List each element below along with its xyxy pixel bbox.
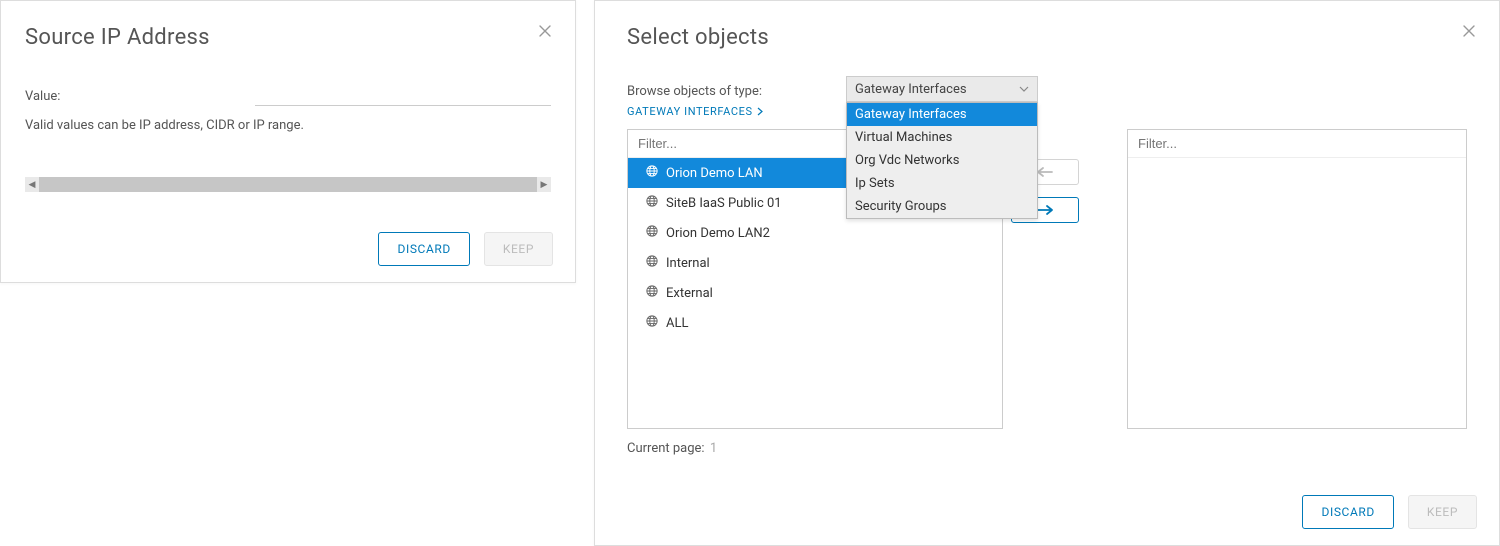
breadcrumb[interactable]: GATEWAY INTERFACES: [627, 105, 763, 118]
select-objects-panel: Select objects Browse objects of type: G…: [594, 0, 1500, 546]
dropdown-selected: Gateway Interfaces: [855, 82, 967, 97]
dropdown-option[interactable]: Org Vdc Networks: [847, 149, 1037, 172]
network-icon: [646, 315, 658, 331]
dropdown-option[interactable]: Gateway Interfaces: [847, 103, 1037, 126]
value-label: Value:: [25, 89, 255, 106]
list-item-label: ALL: [666, 316, 688, 331]
list-item[interactable]: ALL: [628, 308, 1002, 338]
network-icon: [646, 255, 658, 271]
panel-title: Source IP Address: [25, 25, 551, 50]
chevron-right-icon: [757, 107, 763, 116]
list-item-label: External: [666, 286, 713, 301]
arrow-left-icon: [1036, 166, 1054, 178]
dropdown-option[interactable]: Ip Sets: [847, 172, 1037, 195]
list-item[interactable]: Internal: [628, 248, 1002, 278]
chevron-down-icon: [1019, 86, 1029, 92]
arrow-right-icon: [1036, 204, 1054, 216]
close-icon[interactable]: [1461, 23, 1477, 39]
browse-label: Browse objects of type:: [627, 84, 1475, 99]
current-page-label: Current page:: [627, 441, 705, 456]
current-page: Current page: 1: [627, 441, 717, 456]
list-item[interactable]: External: [628, 278, 1002, 308]
keep-button: KEEP: [1408, 495, 1477, 529]
keep-button: KEEP: [484, 232, 553, 266]
value-hint: Valid values can be IP address, CIDR or …: [25, 118, 551, 133]
panel-title: Select objects: [627, 25, 1475, 50]
dropdown-option[interactable]: Security Groups: [847, 195, 1037, 218]
source-ip-panel: Source IP Address Value: Valid values ca…: [0, 0, 576, 283]
dropdown-option[interactable]: Virtual Machines: [847, 126, 1037, 149]
value-input[interactable]: [255, 84, 551, 106]
list-item[interactable]: Orion Demo LAN2: [628, 218, 1002, 248]
list-item-label: Orion Demo LAN: [666, 166, 763, 181]
selected-filter-input[interactable]: [1128, 130, 1466, 158]
close-icon[interactable]: [537, 23, 553, 39]
dropdown-list: Gateway InterfacesVirtual MachinesOrg Vd…: [846, 102, 1038, 219]
selected-objects-listbox: [1127, 129, 1467, 429]
scroll-right-arrow-icon[interactable]: ▶: [537, 177, 551, 192]
network-icon: [646, 195, 658, 211]
network-icon: [646, 225, 658, 241]
horizontal-scrollbar[interactable]: ◀ ▶: [25, 177, 551, 192]
network-icon: [646, 285, 658, 301]
object-type-dropdown[interactable]: Gateway Interfaces Gateway InterfacesVir…: [846, 76, 1038, 102]
network-icon: [646, 165, 658, 181]
list-item-label: SiteB IaaS Public 01: [666, 196, 782, 211]
list-item-label: Orion Demo LAN2: [666, 226, 770, 241]
discard-button[interactable]: DISCARD: [378, 232, 469, 266]
breadcrumb-label: GATEWAY INTERFACES: [627, 105, 753, 118]
current-page-number: 1: [710, 441, 717, 456]
list-item-label: Internal: [666, 256, 710, 271]
discard-button[interactable]: DISCARD: [1302, 495, 1393, 529]
scroll-left-arrow-icon[interactable]: ◀: [25, 177, 39, 192]
